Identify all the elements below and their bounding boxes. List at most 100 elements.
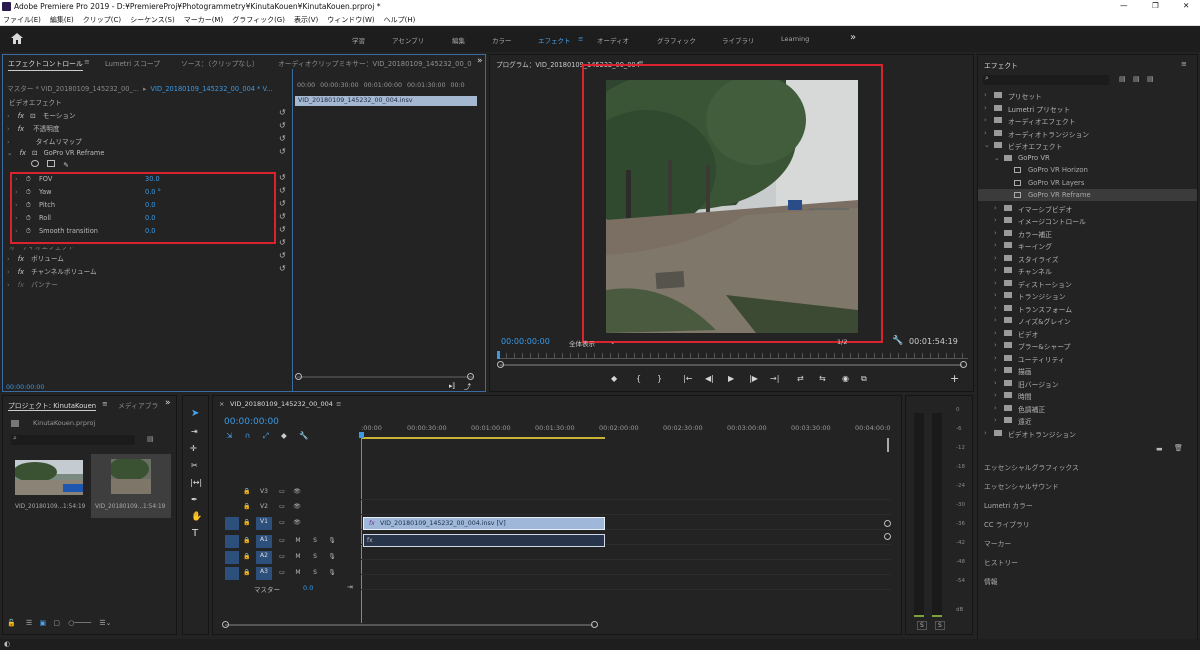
menu-sequence[interactable]: シーケンス(S) xyxy=(130,16,175,24)
disclosure-icon[interactable]: › xyxy=(994,266,997,274)
lock-icon[interactable]: 🔒 xyxy=(242,502,252,512)
mic-icon[interactable]: 🎙 xyxy=(327,536,337,546)
reset-icon[interactable]: ↺ xyxy=(279,121,286,130)
filter-icon[interactable]: ▸⫿ xyxy=(449,382,455,391)
eye-icon[interactable]: 👁 xyxy=(292,487,302,497)
playhead-ruler[interactable] xyxy=(498,353,968,359)
tab-audio-clip-mixer[interactable]: オーディオクリップミキサー：VID_20180109_145232_00_0 xyxy=(278,58,476,68)
disclosure-icon[interactable]: › xyxy=(994,366,997,374)
effects-tree-item[interactable]: › Lumetri プリセット xyxy=(978,102,1197,114)
reset-icon[interactable]: ↺ xyxy=(279,264,286,273)
menu-marker[interactable]: マーカー(M) xyxy=(184,16,224,24)
disclosure-icon[interactable]: › xyxy=(7,255,10,263)
panel-menu-icon[interactable]: ≡ xyxy=(336,400,341,408)
lift-button[interactable]: ⇄ xyxy=(797,374,804,383)
effect-motion[interactable]: › fx ⊡ モーション xyxy=(7,110,76,122)
new-bin-icon[interactable]: ▤ xyxy=(147,435,154,443)
go-to-in-button[interactable]: |← xyxy=(683,374,692,383)
effects-tree-item[interactable]: › ブラー&シャープ xyxy=(978,339,1197,351)
workspace-learning[interactable]: Learning xyxy=(781,35,809,43)
panel-menu-icon[interactable]: ≡ xyxy=(84,58,90,66)
sync-icon[interactable]: ▭ xyxy=(277,502,287,512)
timeline-playhead-handle[interactable] xyxy=(359,432,364,438)
lock-icon[interactable]: 🔒 xyxy=(242,536,252,546)
effects-tree-item[interactable]: › 旧バージョン xyxy=(978,377,1197,389)
disclosure-icon[interactable]: › xyxy=(984,129,987,137)
current-timecode[interactable]: 00:00:00:00 xyxy=(6,384,44,391)
pen-tool-icon[interactable]: ✒ xyxy=(191,495,198,504)
eye-icon[interactable]: 👁 xyxy=(292,518,302,528)
audio-clip[interactable]: fx xyxy=(363,534,605,547)
panel-more-icon[interactable]: » xyxy=(165,398,171,408)
workspace-graphics[interactable]: グラフィック xyxy=(657,35,696,45)
comparison-view-button[interactable]: ⧉ xyxy=(861,374,867,384)
track-name[interactable]: A1 xyxy=(256,535,272,548)
reset-icon[interactable]: ↺ xyxy=(279,212,286,221)
workspace-editing[interactable]: 編集 xyxy=(452,35,465,45)
timeline-tab[interactable]: VID_20180109_145232_00_004 xyxy=(230,400,333,408)
effects-tree-item[interactable]: › プリセット xyxy=(978,89,1197,101)
disclosure-icon[interactable]: › xyxy=(7,112,10,120)
sequence-clip-label[interactable]: VID_20180109_145232_00_004 * V... xyxy=(151,85,273,93)
section-cc-libraries[interactable]: CC ライブラリ xyxy=(984,519,1030,529)
reset-icon[interactable]: ↺ xyxy=(279,225,286,234)
disclosure-icon[interactable]: › xyxy=(994,329,997,337)
scroll-handle[interactable] xyxy=(497,361,504,368)
fx-icon[interactable]: fx xyxy=(18,255,24,263)
ripple-edit-tool-icon[interactable]: ✛ xyxy=(190,444,197,453)
icon-view-icon[interactable]: ▣ xyxy=(39,619,46,627)
source-patch-v1[interactable] xyxy=(225,517,239,530)
disclosure-icon[interactable]: › xyxy=(7,138,10,146)
mute-button[interactable]: M xyxy=(293,552,303,562)
reset-icon[interactable]: ↺ xyxy=(279,199,286,208)
scroll-handle[interactable] xyxy=(467,373,474,380)
disclosure-icon[interactable]: › xyxy=(984,116,987,124)
lock-icon[interactable]: 🔒 xyxy=(242,568,252,578)
reset-icon[interactable]: ↺ xyxy=(279,173,286,182)
workspace-menu-icon[interactable]: ≡ xyxy=(578,35,583,43)
disclosure-icon[interactable]: › xyxy=(994,229,997,237)
tab-effect-controls[interactable]: エフェクトコントロール xyxy=(8,58,83,71)
effects-tree-item[interactable]: › ノイズ&グレイン xyxy=(978,314,1197,326)
scroll-handle[interactable] xyxy=(222,621,229,628)
effects-tree-item[interactable]: › 遠近 xyxy=(978,414,1197,426)
panel-menu-icon[interactable]: ≡ xyxy=(1181,60,1187,68)
slip-tool-icon[interactable]: |↔| xyxy=(190,478,202,487)
effects-tree-item[interactable]: › トランジション xyxy=(978,289,1197,301)
effects-tree-item[interactable]: ⌄ ビデオエフェクト xyxy=(978,139,1197,151)
section-essential-sound[interactable]: エッセンシャルサウンド xyxy=(984,481,1059,491)
pen-mask-icon[interactable]: ✎ xyxy=(63,161,69,169)
effects-tree-item[interactable]: › 描画 xyxy=(978,364,1197,376)
lock-icon[interactable]: 🔒 xyxy=(242,518,252,528)
source-patch-a1[interactable] xyxy=(225,535,239,548)
add-marker-button[interactable]: ◆ xyxy=(611,374,617,383)
disclosure-icon[interactable]: › xyxy=(994,391,997,399)
sync-icon[interactable]: ▭ xyxy=(277,552,287,562)
zoom-slider[interactable]: ○──── xyxy=(68,619,91,627)
hand-tool-icon[interactable]: ✋ xyxy=(191,512,202,522)
menu-file[interactable]: ファイル(E) xyxy=(3,16,41,24)
mute-button[interactable]: M xyxy=(293,536,303,546)
disclosure-open-icon[interactable]: ⌄ xyxy=(984,141,990,149)
linked-selection-icon[interactable]: ⤢ xyxy=(263,431,269,440)
reset-icon[interactable]: ↺ xyxy=(279,251,286,260)
disclosure-icon[interactable]: › xyxy=(994,279,997,287)
video-clip[interactable]: fx VID_20180109_145232_00_004.insv [V] xyxy=(363,517,605,530)
menu-clip[interactable]: クリップ(C) xyxy=(83,16,121,24)
minimize-button[interactable]: — xyxy=(1120,1,1128,10)
go-to-end-icon[interactable]: ⇥ xyxy=(347,583,353,591)
chevron-down-icon[interactable]: ⌄ xyxy=(610,338,615,346)
snap-icon[interactable]: ∩ xyxy=(245,431,251,440)
effect-volume[interactable]: › fx ボリューム xyxy=(7,253,64,265)
freeform-view-icon[interactable]: ▢ xyxy=(53,619,60,627)
track-name[interactable]: A3 xyxy=(256,567,272,580)
vertical-scrollbar[interactable] xyxy=(887,438,889,452)
tab-lumetri-scopes[interactable]: Lumetri スコープ xyxy=(105,58,160,68)
search-icon[interactable]: ⌕ xyxy=(985,74,989,83)
disclosure-icon[interactable]: › xyxy=(7,268,10,276)
effects-tree-item[interactable]: GoPro VR Horizon xyxy=(978,164,1197,176)
disclosure-icon[interactable]: › xyxy=(994,254,997,262)
menu-window[interactable]: ウィンドウ(W) xyxy=(327,16,374,24)
effects-tree-item[interactable]: › キーイング xyxy=(978,239,1197,251)
disclosure-icon[interactable]: › xyxy=(994,216,997,224)
